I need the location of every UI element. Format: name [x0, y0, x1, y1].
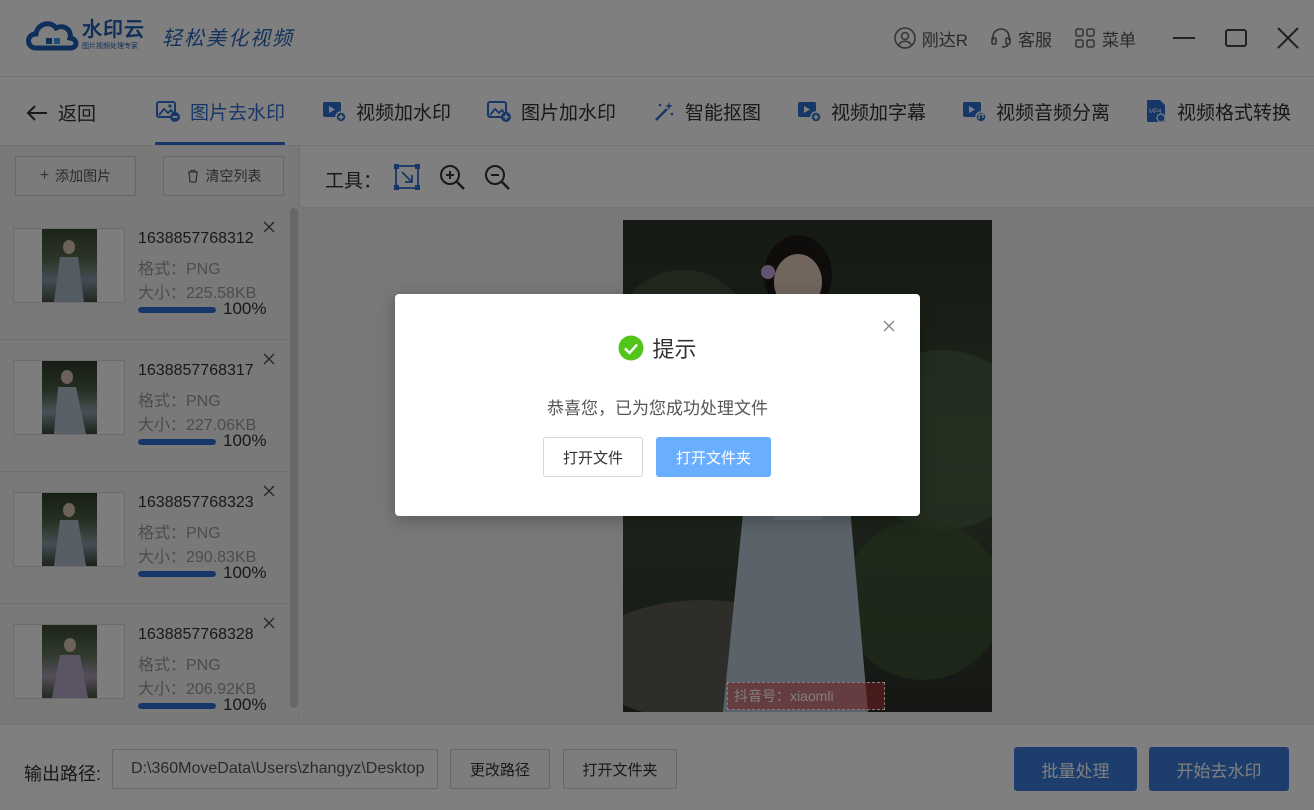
success-dialog: 提示 恭喜您，已为您成功处理文件 打开文件 打开文件夹 [395, 294, 920, 516]
open-file-button[interactable]: 打开文件 [543, 437, 643, 477]
open-folder-button[interactable]: 打开文件夹 [656, 437, 771, 477]
dialog-close-icon[interactable] [882, 319, 896, 333]
success-check-icon [618, 335, 644, 361]
dialog-message: 恭喜您，已为您成功处理文件 [547, 399, 768, 418]
dialog-title: 提示 [652, 337, 697, 362]
